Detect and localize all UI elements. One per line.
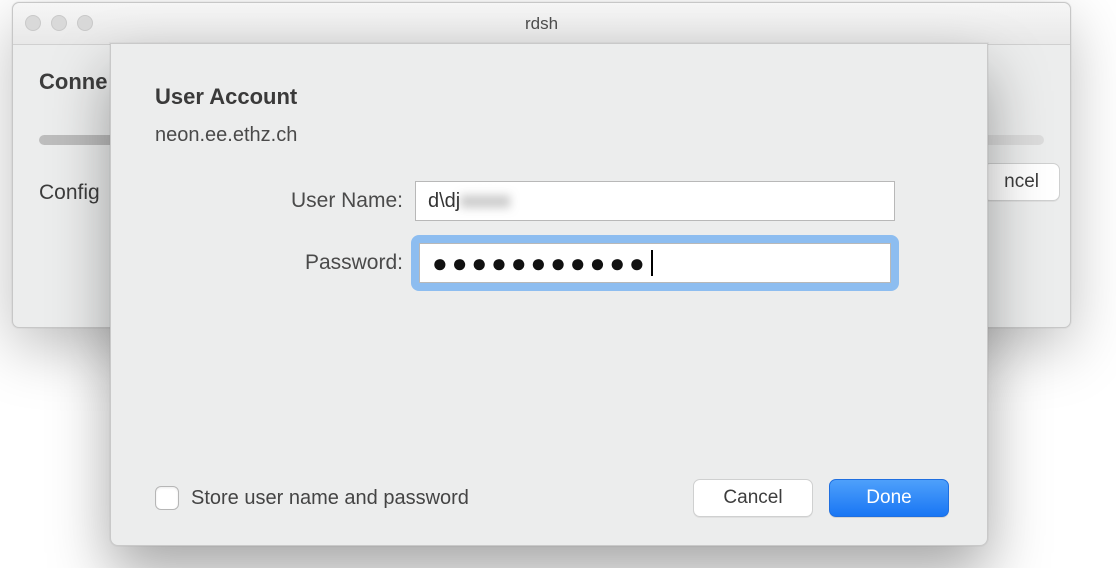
user-account-sheet: User Account neon.ee.ethz.ch User Name: … <box>110 43 988 546</box>
username-label: User Name: <box>155 189 415 213</box>
window-controls <box>25 15 93 31</box>
cancel-button[interactable]: Cancel <box>693 479 813 517</box>
store-credentials-label: Store user name and password <box>191 487 469 510</box>
username-value-visible: d\dj <box>428 190 460 213</box>
password-mask: ●●●●●●●●●●● <box>432 250 649 276</box>
credentials-form: User Name: d\djxxxxx Password: ●●●●●●●●●… <box>155 181 943 287</box>
text-caret-icon <box>651 250 653 276</box>
username-value-obscured: xxxxx <box>460 190 510 213</box>
username-input[interactable]: d\djxxxxx <box>415 181 895 221</box>
done-button[interactable]: Done <box>829 479 949 517</box>
zoom-icon[interactable] <box>77 15 93 31</box>
password-row: Password: ●●●●●●●●●●● <box>155 239 943 287</box>
password-input[interactable]: ●●●●●●●●●●● <box>419 243 891 283</box>
window-title: rdsh <box>13 14 1070 34</box>
background-cancel-button[interactable]: ncel <box>983 163 1060 201</box>
sheet-host: neon.ee.ethz.ch <box>155 124 943 147</box>
password-focus-ring: ●●●●●●●●●●● <box>415 239 895 287</box>
sheet-bottom-row: Store user name and password Cancel Done <box>155 479 949 517</box>
password-label: Password: <box>155 251 415 275</box>
titlebar: rdsh <box>13 3 1070 45</box>
close-icon[interactable] <box>25 15 41 31</box>
store-credentials-checkbox[interactable] <box>155 486 179 510</box>
username-row: User Name: d\djxxxxx <box>155 181 943 221</box>
minimize-icon[interactable] <box>51 15 67 31</box>
sheet-title: User Account <box>155 84 943 110</box>
